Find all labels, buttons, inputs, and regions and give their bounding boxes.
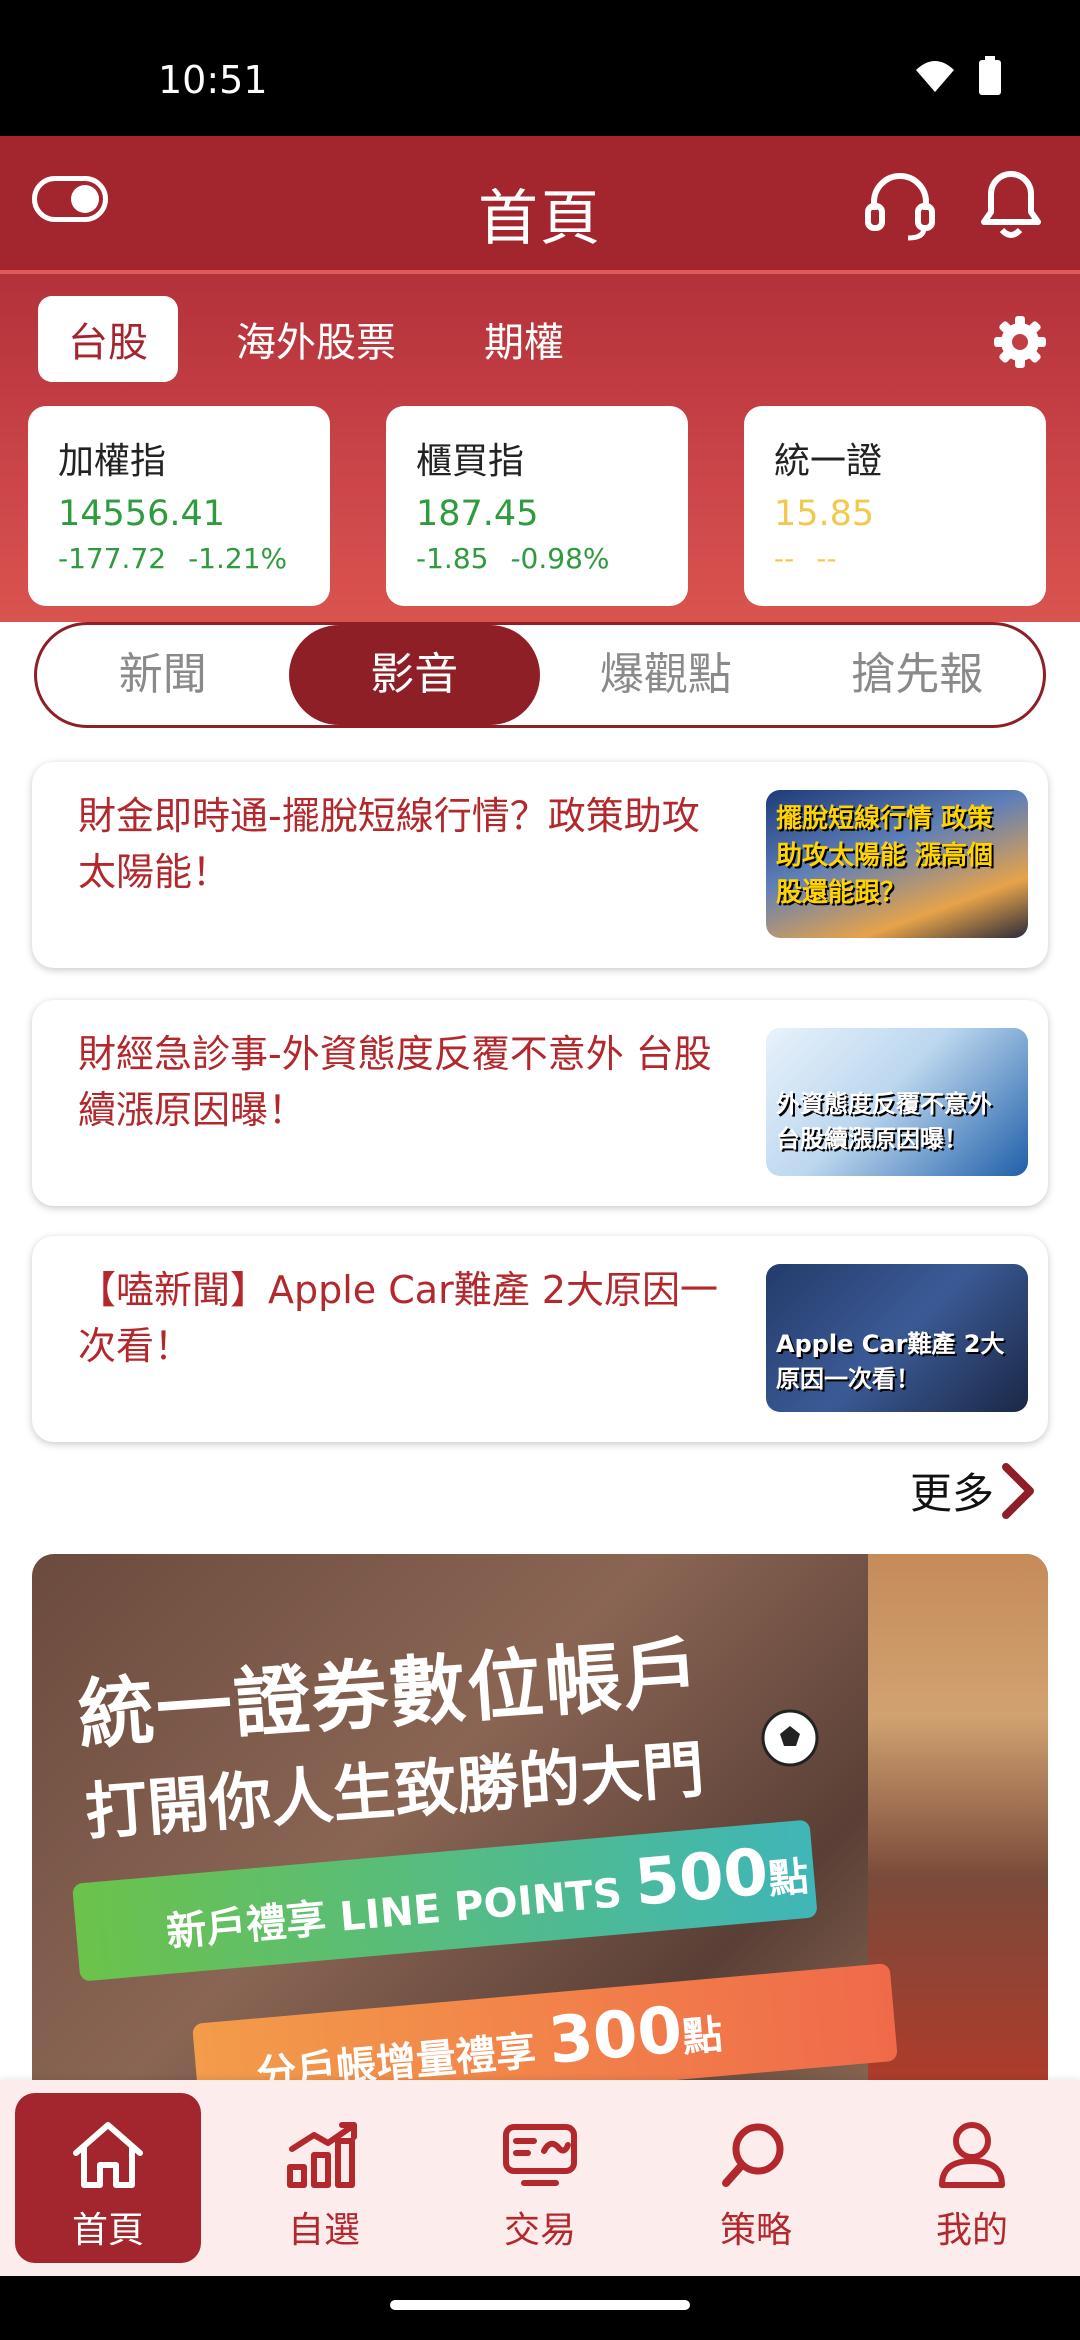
nav-trade[interactable]: 交易	[447, 2093, 633, 2263]
bottom-nav: 首頁 自選 交易 策略 我的	[0, 2080, 1080, 2276]
index-change: -177.72	[58, 542, 167, 575]
index-name: 櫃買指	[416, 441, 525, 482]
trade-icon	[503, 2124, 577, 2186]
tab-insights[interactable]: 爆觀點	[540, 625, 792, 725]
headset-icon[interactable]	[862, 166, 938, 242]
tab-futures-options[interactable]: 期權	[454, 296, 594, 382]
tab-taiwan-stock[interactable]: 台股	[38, 296, 178, 382]
index-price: 15.85	[774, 494, 875, 534]
index-percent: --	[816, 542, 837, 575]
battery-icon	[979, 56, 1001, 95]
thumbnail-caption: 擺脫短線行情 政策助攻太陽能 漲高個股還能跟？	[776, 804, 994, 908]
index-percent: -0.98%	[510, 542, 610, 575]
index-change-row: -- --	[774, 542, 1016, 575]
nav-strategy[interactable]: 策略	[663, 2093, 849, 2263]
more-label: 更多	[909, 1469, 994, 1518]
status-time: 10:51	[158, 58, 268, 102]
wifi-icon	[916, 61, 954, 92]
video-card[interactable]: 財經急診事-外資態度反覆不意外 台股續漲原因曝！ 外資態度反覆不意外 台股續漲原…	[32, 1000, 1048, 1206]
status-bar: 10:51	[0, 0, 1080, 136]
ribbon-text: 新戶禮享 LINE POINTS	[164, 1870, 624, 1956]
chevron-right-icon	[1002, 1462, 1034, 1519]
nav-watchlist[interactable]: 自選	[231, 2093, 417, 2263]
more-link[interactable]: 更多	[910, 1460, 1036, 1521]
index-name: 加權指	[58, 441, 167, 482]
video-card[interactable]: 【嗑新聞】Apple Car難產 2大原因一次看！ Apple Car難產 2大…	[32, 1236, 1048, 1442]
ribbon-points: 500	[631, 1835, 772, 1921]
market-section: 台股 海外股票 期權 加權指 14556.41 -177.72 -1.21% 櫃買…	[0, 274, 1080, 622]
index-card-taiex[interactable]: 加權指 14556.41 -177.72 -1.21%	[28, 406, 330, 606]
promo-ribbon-sub-account: 分戶帳增量禮享 300點	[192, 1962, 898, 2094]
index-change: --	[774, 542, 795, 575]
search-icon	[722, 2123, 784, 2187]
video-thumbnail: 擺脫短線行情 政策助攻太陽能 漲高個股還能跟？	[766, 790, 1028, 938]
nav-label: 首頁	[71, 2210, 144, 2251]
bar-chart-icon	[287, 2122, 357, 2188]
ribbon-points: 300	[545, 1993, 686, 2079]
index-change: -1.85	[416, 542, 489, 575]
status-icons	[914, 56, 1002, 96]
index-change-row: -1.85 -0.98%	[416, 542, 658, 575]
nav-label: 策略	[719, 2210, 792, 2251]
market-tabs: 台股 海外股票 期權	[38, 296, 622, 382]
nav-profile[interactable]: 我的	[879, 2093, 1065, 2263]
promo-banner[interactable]: 統一證券數位帳戶 打開你人生致勝的大門 新戶禮享 LINE POINTS 500…	[32, 1554, 1048, 2094]
index-price: 187.45	[416, 494, 539, 534]
nav-home[interactable]: 首頁	[15, 2093, 201, 2263]
ribbon-unit: 點	[680, 2011, 725, 2062]
ribbon-unit: 點	[766, 1853, 811, 1904]
app-header: 首頁	[0, 136, 1080, 274]
tab-news[interactable]: 新聞	[37, 625, 289, 725]
index-change-row: -177.72 -1.21%	[58, 542, 300, 575]
nav-label: 自選	[287, 2210, 360, 2251]
index-card-otc[interactable]: 櫃買指 187.45 -1.85 -0.98%	[386, 406, 688, 606]
index-price: 14556.41	[58, 494, 226, 534]
stadium-graphic	[868, 1554, 1048, 2094]
index-cards: 加權指 14556.41 -177.72 -1.21% 櫃買指 187.45 -1…	[28, 406, 1046, 606]
thumbnail-caption: 外資態度反覆不意外 台股續漲原因曝！	[776, 1090, 992, 1153]
nav-label: 我的	[935, 2210, 1008, 2251]
tab-video[interactable]: 影音	[288, 625, 540, 725]
tab-early-report[interactable]: 搶先報	[792, 625, 1044, 725]
soccer-ball-icon	[761, 1709, 819, 1767]
video-title: 財金即時通-擺脫短線行情？政策助攻太陽能！	[78, 794, 700, 894]
index-card-stock[interactable]: 統一證 15.85 -- --	[744, 406, 1046, 606]
index-name: 統一證	[774, 441, 883, 482]
tab-overseas-stock[interactable]: 海外股票	[206, 296, 426, 382]
video-thumbnail: 外資態度反覆不意外 台股續漲原因曝！	[766, 1028, 1028, 1176]
gear-icon[interactable]	[992, 314, 1048, 370]
home-indicator[interactable]	[390, 2300, 690, 2310]
system-gesture-bar	[0, 2276, 1080, 2340]
index-percent: -1.21%	[188, 542, 288, 575]
content-tabs: 新聞 影音 爆觀點 搶先報	[34, 622, 1046, 728]
bell-icon[interactable]	[978, 166, 1044, 242]
home-icon	[73, 2122, 143, 2188]
video-title: 【嗑新聞】Apple Car難產 2大原因一次看！	[78, 1268, 718, 1368]
thumbnail-caption: Apple Car難產 2大原因一次看！	[776, 1330, 1005, 1393]
video-thumbnail: Apple Car難產 2大原因一次看！	[766, 1264, 1028, 1412]
user-icon	[939, 2122, 1005, 2188]
video-card[interactable]: 財金即時通-擺脫短線行情？政策助攻太陽能！ 擺脫短線行情 政策助攻太陽能 漲高個…	[32, 762, 1048, 968]
video-title: 財經急診事-外資態度反覆不意外 台股續漲原因曝！	[78, 1032, 712, 1132]
nav-label: 交易	[503, 2210, 576, 2251]
